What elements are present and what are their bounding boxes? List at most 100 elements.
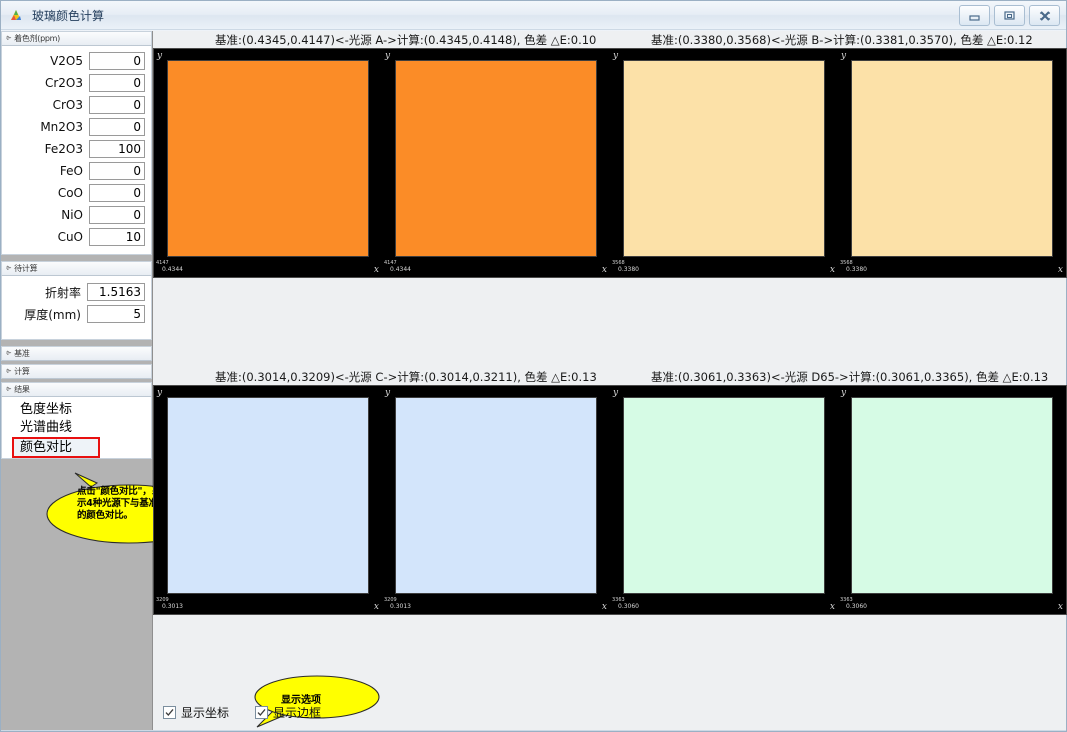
close-button[interactable] [1029,5,1060,26]
y-axis-label: y [385,51,391,61]
reference-swatch-d65[interactable] [623,397,825,594]
y-axis-label: y [157,388,163,398]
label-thickness: 厚度(mm) [24,307,81,322]
collapse-chevron-icon: ⌱ [6,367,12,375]
input-v2o5[interactable]: 0 [89,52,145,70]
input-refractive-index[interactable]: 1.5163 [87,283,145,301]
x-axis-value: 0.3380 [618,266,639,273]
baseline-panel-title: 基准 [14,349,30,358]
title-bar: 玻璃颜色计算 [1,1,1066,30]
colorants-panel-body: V2O5 0 Cr2O3 0 CrO3 0 Mn2O3 0 Fe2O3 100 … [1,46,152,255]
label-v2o5: V2O5 [50,54,83,68]
checkbox-show-coordinates-wrap[interactable]: 显示坐标 [163,704,229,721]
calculate-panel-title: 计算 [14,367,30,376]
label-nio: NiO [61,208,83,222]
y-axis-label: y [613,388,619,398]
reference-swatch-b[interactable] [623,60,825,257]
computed-swatch-d65[interactable] [851,397,1053,594]
app-chart-icon [9,7,25,23]
chart-b-reference-cell[interactable]: y 3568 0.3380 x [610,49,838,277]
chart-title-illuminant-b: 基准:(0.3380,0.3568)<-光源 B->计算:(0.3381,0.3… [651,33,1033,47]
results-panel-title: 结果 [14,385,30,394]
colorants-panel-title: 着色剂(ppm) [14,34,60,43]
computed-swatch-b[interactable] [851,60,1053,257]
input-feo[interactable]: 0 [89,162,145,180]
chart-title-illuminant-c: 基准:(0.3014,0.3209)<-光源 C->计算:(0.3014,0.3… [215,370,597,384]
input-coo[interactable]: 0 [89,184,145,202]
chart-d65-reference-cell[interactable]: y 3363 0.3060 x [610,386,838,614]
collapse-chevron-icon: ⌱ [6,349,12,357]
chart-b-computed-cell[interactable]: y 3568 0.3380 x [838,49,1066,277]
collapse-chevron-icon: ⌱ [6,264,12,272]
pending-panel-header[interactable]: ⌱ 待计算 [1,261,152,276]
chart-d65-computed-cell[interactable]: y 3363 0.3060 x [838,386,1066,614]
x-axis-value: 0.3060 [618,603,639,610]
chart-a-reference-cell[interactable]: y 4147 0.4344 x [154,49,382,277]
x-axis-label: x [1057,602,1063,612]
field-row-mn2o3: Mn2O3 0 [2,116,151,138]
label-mn2o3: Mn2O3 [40,120,83,134]
field-row-feo: FeO 0 [2,160,151,182]
label-fe2o3: Fe2O3 [44,142,83,156]
calculate-panel-header[interactable]: ⌱ 计算 [1,364,152,379]
chart-title-illuminant-a: 基准:(0.4345,0.4147)<-光源 A->计算:(0.4345,0.4… [215,33,597,47]
input-nio[interactable]: 0 [89,206,145,224]
input-thickness[interactable]: 5 [87,305,145,323]
x-axis-label: x [373,265,379,275]
reference-swatch-c[interactable] [167,397,369,594]
results-panel-header[interactable]: ⌱ 结果 [1,382,152,397]
label-refractive-index: 折射率 [44,285,81,300]
maximize-button[interactable] [994,5,1025,26]
label-cuo: CuO [57,230,83,244]
colorants-panel-header[interactable]: ⌱ 着色剂(ppm) [1,31,152,46]
result-item-spectral-curve[interactable]: 光谱曲线 [2,419,151,437]
result-item-color-comparison[interactable]: 颜色对比 [12,437,101,458]
field-row-cuo: CuO 10 [2,226,151,248]
pending-panel-title: 待计算 [14,264,38,273]
minimize-button[interactable] [959,5,990,26]
computed-swatch-a[interactable] [395,60,597,257]
checkbox-show-coordinates-label: 显示坐标 [181,706,230,720]
input-mn2o3[interactable]: 0 [89,118,145,136]
chart-title-illuminant-d65: 基准:(0.3061,0.3363)<-光源 D65->计算:(0.3061,0… [651,370,1049,384]
window-content: ⌱ 着色剂(ppm) V2O5 0 Cr2O3 0 CrO3 0 Mn2O3 0… [1,31,1067,731]
y-axis-label: y [385,388,391,398]
chart-c-reference-cell[interactable]: y 3209 0.3013 x [154,386,382,614]
x-axis-value: 0.3013 [390,603,411,610]
x-axis-label: x [829,602,835,612]
checkbox-show-coordinates[interactable] [163,706,176,719]
x-axis-label: x [829,265,835,275]
result-item-chromaticity-coordinates[interactable]: 色度坐标 [2,401,151,419]
computed-swatch-c[interactable] [395,397,597,594]
checkbox-show-border-label: 显示边框 [273,706,322,720]
label-coo: CoO [57,186,83,200]
checkbox-show-border-wrap[interactable]: 显示边框 [255,704,321,721]
x-axis-label: x [601,602,607,612]
input-cro3[interactable]: 0 [89,96,145,114]
x-axis-label: x [1057,265,1063,275]
label-cro3: CrO3 [52,98,83,112]
results-list: 色度坐标 光谱曲线 颜色对比 [1,397,152,459]
field-row-coo: CoO 0 [2,182,151,204]
collapse-chevron-icon: ⌱ [6,385,12,393]
swatch-strip-row-2: y 3209 0.3013 x y 3209 0.3013 x y 3363 0… [153,385,1067,615]
input-cuo[interactable]: 10 [89,228,145,246]
y-axis-label: y [613,51,619,61]
status-line [1,730,1066,731]
reference-swatch-a[interactable] [167,60,369,257]
x-axis-label: x [373,602,379,612]
chart-c-computed-cell[interactable]: y 3209 0.3013 x [382,386,610,614]
label-cr2o3: Cr2O3 [44,76,83,90]
field-row-nio: NiO 0 [2,204,151,226]
main-panel: 基准:(0.4345,0.4147)<-光源 A->计算:(0.4345,0.4… [153,31,1067,731]
input-fe2o3[interactable]: 100 [89,140,145,158]
window-controls [959,5,1060,26]
checkbox-show-border[interactable] [255,706,269,719]
x-axis-value: 0.4344 [162,266,183,273]
input-cr2o3[interactable]: 0 [89,74,145,92]
chart-a-computed-cell[interactable]: y 4147 0.4344 x [382,49,610,277]
field-row-cr2o3: Cr2O3 0 [2,72,151,94]
y-axis-label: y [157,51,163,61]
x-axis-value: 0.4344 [390,266,411,273]
baseline-panel-header[interactable]: ⌱ 基准 [1,346,152,361]
